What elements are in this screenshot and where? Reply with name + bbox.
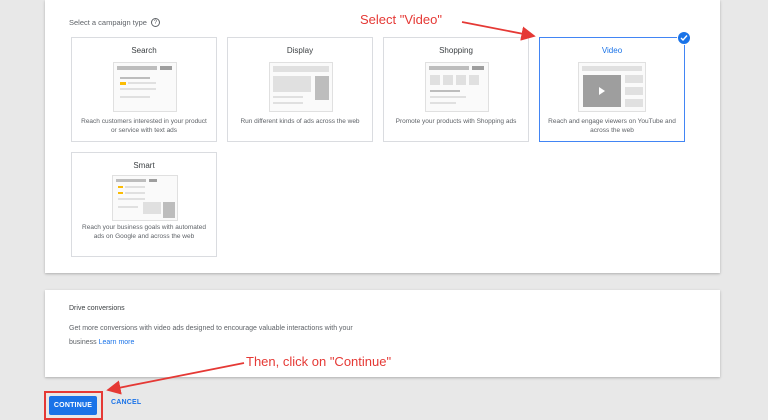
tile-title: Display [286,46,314,55]
smart-illustration-icon [112,175,178,221]
goal-title: Drive conversions [69,305,125,312]
tile-title: Smart [133,161,155,170]
tile-description: Reach customers interested in your produ… [81,118,207,134]
tile-description: Promote your products with Shopping ads [395,118,517,125]
tile-shopping[interactable]: Shopping Promote your products with Shop… [383,37,529,142]
display-illustration-icon [269,62,333,112]
tile-search[interactable]: Search Reach customers interested in you… [71,37,217,142]
learn-more-link[interactable]: Learn more [99,339,135,346]
tile-description: Reach your business goals with automated… [82,224,206,240]
tile-title: Video [601,46,623,55]
play-icon [599,87,605,95]
selected-check-icon [677,31,691,45]
annotation-click-continue: Then, click on "Continue" [246,354,392,369]
campaign-type-card: Select a campaign type ? Search Reach cu… [45,0,720,273]
tile-description: Run different kinds of ads across the we… [240,118,360,125]
tile-smart[interactable]: Smart Reach your business goals with aut… [71,152,217,257]
tile-description: Reach and engage viewers on YouTube and … [548,118,676,134]
campaign-type-label: Select a campaign type ? [69,18,160,27]
tile-title: Shopping [439,46,473,55]
goal-description: Get more conversions with video ads desi… [69,322,369,350]
shopping-illustration-icon [425,62,489,112]
annotation-select-video: Select "Video" [360,12,442,27]
video-illustration-icon [578,62,646,112]
continue-button[interactable]: CONTINUE [49,396,97,415]
cancel-button[interactable]: CANCEL [111,399,141,406]
campaign-type-label-text: Select a campaign type [69,18,147,27]
tile-title: Search [131,46,157,55]
search-illustration-icon [113,62,177,112]
tile-video[interactable]: Video Reach and engage viewers on YouTub… [539,31,691,142]
page-background: Select a campaign type ? Search Reach cu… [0,0,768,420]
help-icon[interactable]: ? [150,18,160,27]
tile-display[interactable]: Display Run different kinds of ads acros… [227,37,373,142]
